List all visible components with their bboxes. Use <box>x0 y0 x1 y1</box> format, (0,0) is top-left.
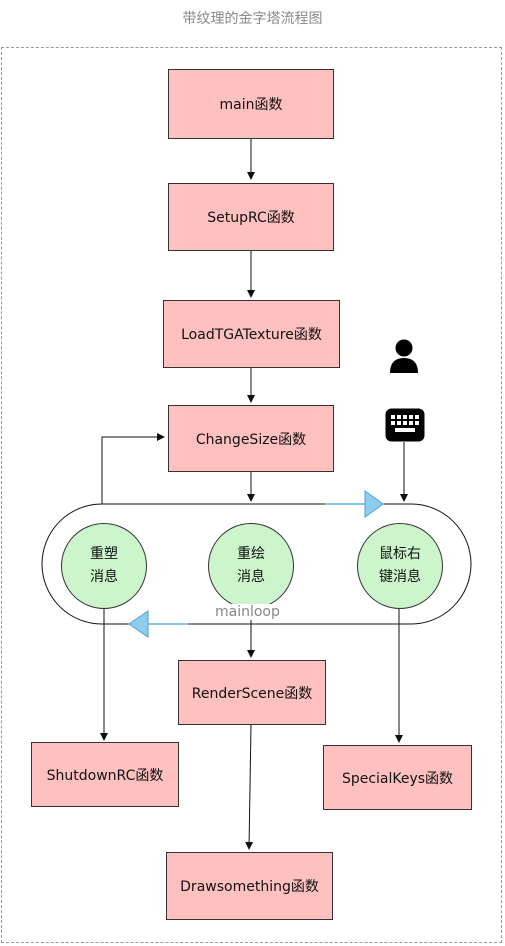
reshape-message-node: 重塑 消息 <box>61 523 147 609</box>
drawsomething-function-box: Drawsomething函数 <box>166 852 333 920</box>
mainloop-label: mainloop <box>214 604 281 620</box>
shutdownrc-function-box: ShutdownRC函数 <box>31 742 179 807</box>
edge-render-to-drawsomething <box>245 724 254 850</box>
mouse-right-message-node: 鼠标右 键消息 <box>357 523 443 609</box>
loadtgatexture-function-box: LoadTGATexture函数 <box>163 300 340 368</box>
redraw-message-node: 重绘 消息 <box>208 523 294 609</box>
keyboard-icon <box>385 408 425 442</box>
changesize-function-box: ChangeSize函数 <box>168 405 334 472</box>
user-icon <box>390 339 418 373</box>
main-function-box: main函数 <box>168 69 334 139</box>
setuprc-function-box: SetupRC函数 <box>168 183 334 251</box>
specialkeys-function-box: SpecialKeys函数 <box>323 745 472 810</box>
renderscene-function-box: RenderScene函数 <box>178 660 326 725</box>
